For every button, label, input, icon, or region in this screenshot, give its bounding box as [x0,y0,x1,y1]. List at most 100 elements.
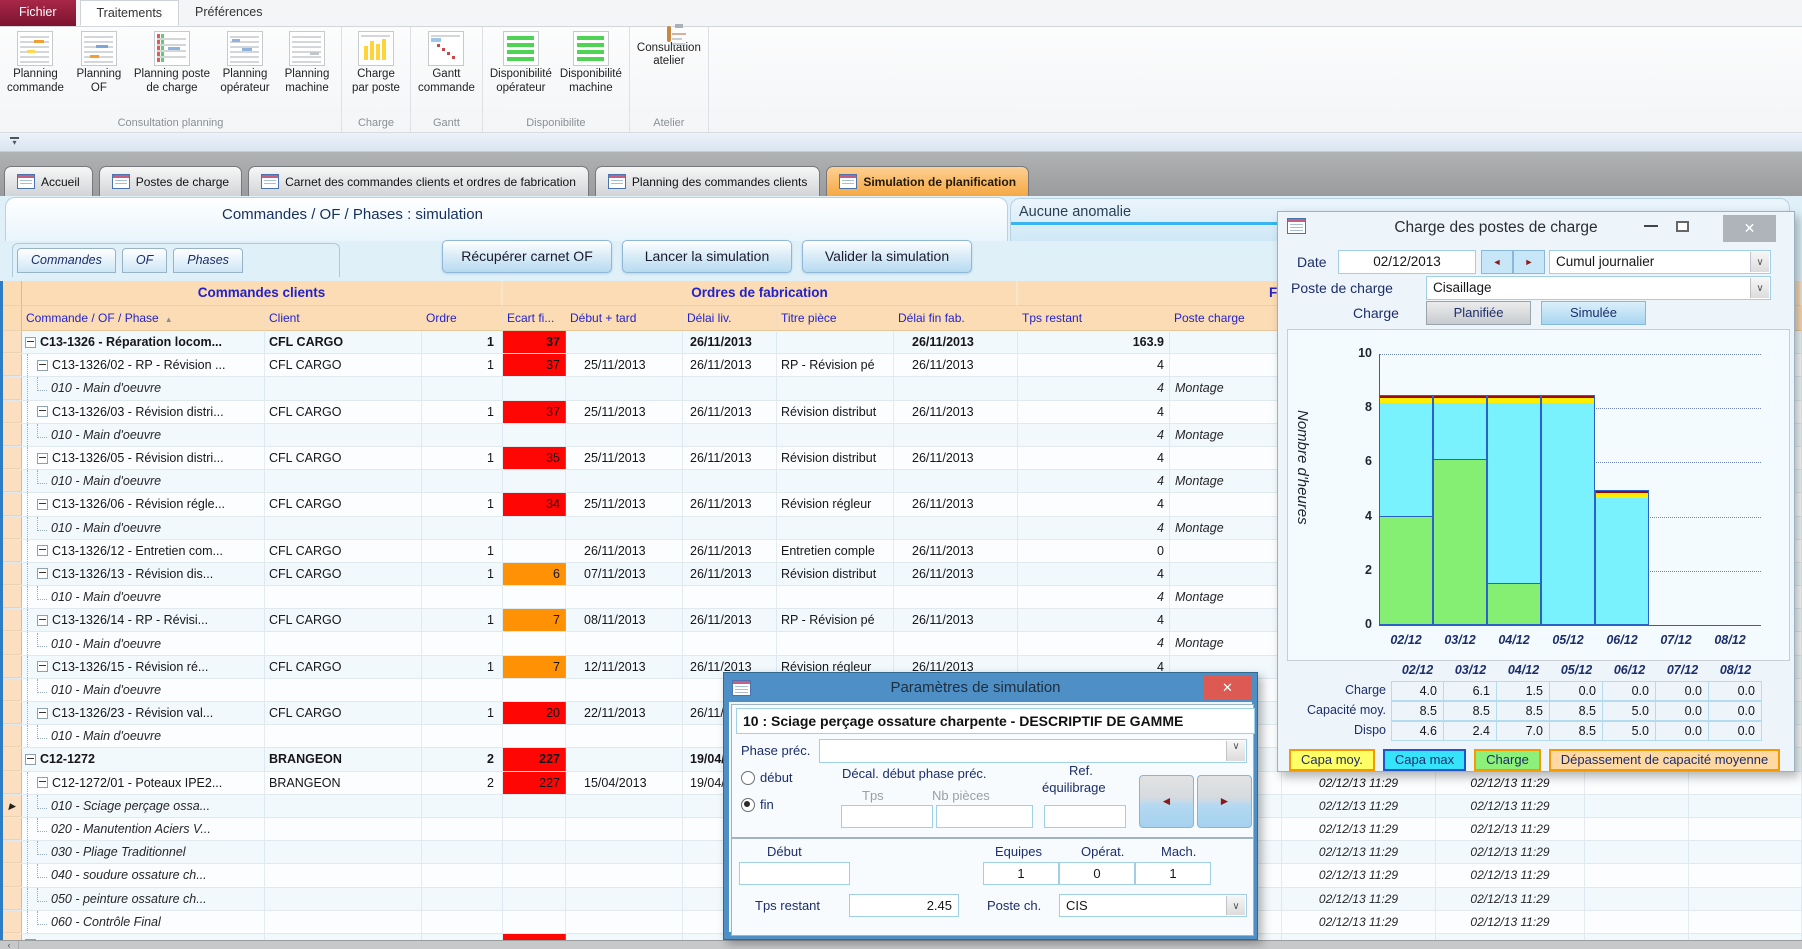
phase-prec-select[interactable]: ∨ [819,739,1247,763]
cumul-select[interactable]: Cumul journalier ∨ [1549,250,1771,274]
subtab-of[interactable]: OF [122,248,167,273]
simulee-button[interactable]: Simulée [1541,301,1646,325]
collapse-node-icon[interactable] [37,661,48,672]
collapse-node-icon[interactable] [25,754,36,765]
column-header[interactable]: Commande / OF / Phase▲ [22,306,265,331]
scroll-left-icon[interactable]: ‹ [0,941,19,949]
column-header[interactable]: Tps restant [1018,306,1170,331]
collapse-node-icon[interactable] [37,568,48,579]
valider-simulation-button[interactable]: Valider la simulation [802,240,972,273]
ribbon-item-planning-poste-de-charge[interactable]: Planning poste de charge [130,27,214,96]
tab-carnet-des-commandes-clients-et-ordres-d[interactable]: Carnet des commandes clients et ordres d… [248,166,589,196]
legend-capa-max[interactable]: Capa max [1383,749,1466,771]
row-selector[interactable] [3,632,22,654]
row-selector[interactable] [3,424,22,446]
row-selector[interactable] [3,517,22,539]
horizontal-scrollbar[interactable]: ‹ [0,940,1802,949]
row-selector[interactable] [3,911,22,933]
collapse-ribbon-icon[interactable]: ▾ [10,137,19,147]
row-selector[interactable] [3,493,22,515]
collapse-node-icon[interactable] [37,406,48,417]
collapse-node-icon[interactable] [25,337,36,348]
subtab-phases[interactable]: Phases [173,248,243,273]
ribbon-tab-préférences[interactable]: Préférences [179,0,278,26]
ribbon-item-planning-machine[interactable]: Planning machine [276,27,338,96]
date-field[interactable]: 02/12/2013 [1338,250,1476,274]
date-prev-button[interactable]: ◄ [1481,250,1513,274]
column-header[interactable]: Titre pièce [777,306,894,331]
row-selector[interactable] [3,656,22,678]
chevron-down-icon[interactable]: ∨ [1750,278,1769,298]
recuperer-carnet-of-button[interactable]: Récupérer carnet OF [442,240,612,273]
maximize-icon[interactable] [1676,221,1689,232]
row-selector[interactable] [3,401,22,423]
tab-postes-de-charge[interactable]: Postes de charge [99,166,242,196]
planifiee-button[interactable]: Planifiée [1426,301,1531,325]
lancer-simulation-button[interactable]: Lancer la simulation [622,240,792,273]
ribbon-item-planning-commande[interactable]: Planning commande [3,27,68,96]
column-header[interactable]: Début + tard [566,306,683,331]
row-selector[interactable] [3,540,22,562]
row-selector[interactable]: ▶ [3,795,22,817]
chevron-down-icon[interactable]: ∨ [1226,896,1245,915]
legend-capa-moy-[interactable]: Capa moy. [1289,749,1375,771]
equipes-field[interactable]: 1 [983,862,1059,885]
row-selector[interactable] [3,609,22,631]
column-header[interactable]: Délai liv. [683,306,777,331]
ribbon-item-gantt-commande[interactable]: Gantt commande [414,27,479,96]
collapse-node-icon[interactable] [37,777,48,788]
row-selector[interactable] [3,586,22,608]
next-phase-button[interactable]: ► [1197,775,1252,828]
poste-select[interactable]: Cisaillage ∨ [1426,276,1771,300]
operat-field[interactable]: 0 [1059,862,1135,885]
tab-planning-des-commandes-clients[interactable]: Planning des commandes clients [595,166,820,196]
column-header[interactable]: Client [265,306,422,331]
row-selector[interactable] [3,331,22,353]
nb-pieces-input[interactable] [936,805,1033,828]
row-selector[interactable] [3,563,22,585]
ribbon-item-consultation-atelier[interactable]: Consultation atelier [633,27,705,70]
poste-ch-select[interactable]: CIS ∨ [1059,894,1247,917]
close-icon[interactable]: ✕ [1204,675,1251,700]
row-selector[interactable] [3,354,22,376]
row-selector[interactable] [3,841,22,863]
row-selector[interactable] [3,702,22,724]
debut-input[interactable] [739,862,850,885]
ribbon-item-charge-par-poste[interactable]: Charge par poste [345,27,407,96]
tab-accueil[interactable]: Accueil [4,166,93,196]
close-icon[interactable]: ✕ [1723,215,1776,242]
debut-radio[interactable] [741,771,755,785]
ribbon-item-disponibilite-machine[interactable]: Disponibilité machine [556,27,626,96]
row-selector[interactable] [3,888,22,910]
chevron-down-icon[interactable]: ∨ [1226,741,1245,761]
ribbon-item-planning-operateur[interactable]: Planning opérateur [214,27,276,96]
row-selector[interactable] [3,725,22,747]
minimize-icon[interactable] [1644,225,1658,227]
collapse-node-icon[interactable] [37,615,48,626]
collapse-node-icon[interactable] [37,453,48,464]
column-header[interactable]: Délai fin fab. [894,306,1018,331]
fin-radio[interactable] [741,798,755,812]
chevron-down-icon[interactable]: ∨ [1750,252,1769,272]
legend-charge[interactable]: Charge [1474,749,1541,771]
date-next-button[interactable]: ► [1513,250,1545,274]
collapse-node-icon[interactable] [37,708,48,719]
subtab-commandes[interactable]: Commandes [17,248,116,273]
mach-field[interactable]: 1 [1135,862,1211,885]
tab-simulation-de-planification[interactable]: Simulation de planification [826,166,1029,196]
row-selector[interactable] [3,447,22,469]
column-header[interactable]: Ecart fi... [503,306,566,331]
ribbon-item-disponibilite-operateur[interactable]: Disponibilité opérateur [486,27,556,96]
prev-phase-button[interactable]: ◄ [1139,775,1194,828]
row-selector[interactable] [3,748,22,770]
row-selector[interactable] [3,864,22,886]
row-selector[interactable] [3,679,22,701]
ribbon-tab-traitements[interactable]: Traitements [80,0,180,26]
row-selector[interactable] [3,818,22,840]
collapse-node-icon[interactable] [37,360,48,371]
collapse-node-icon[interactable] [37,545,48,556]
row-selector[interactable] [3,772,22,794]
column-header[interactable]: Poste charge [1170,306,1282,331]
tps-restant-field[interactable]: 2.45 [849,894,959,917]
row-selector[interactable] [3,377,22,399]
